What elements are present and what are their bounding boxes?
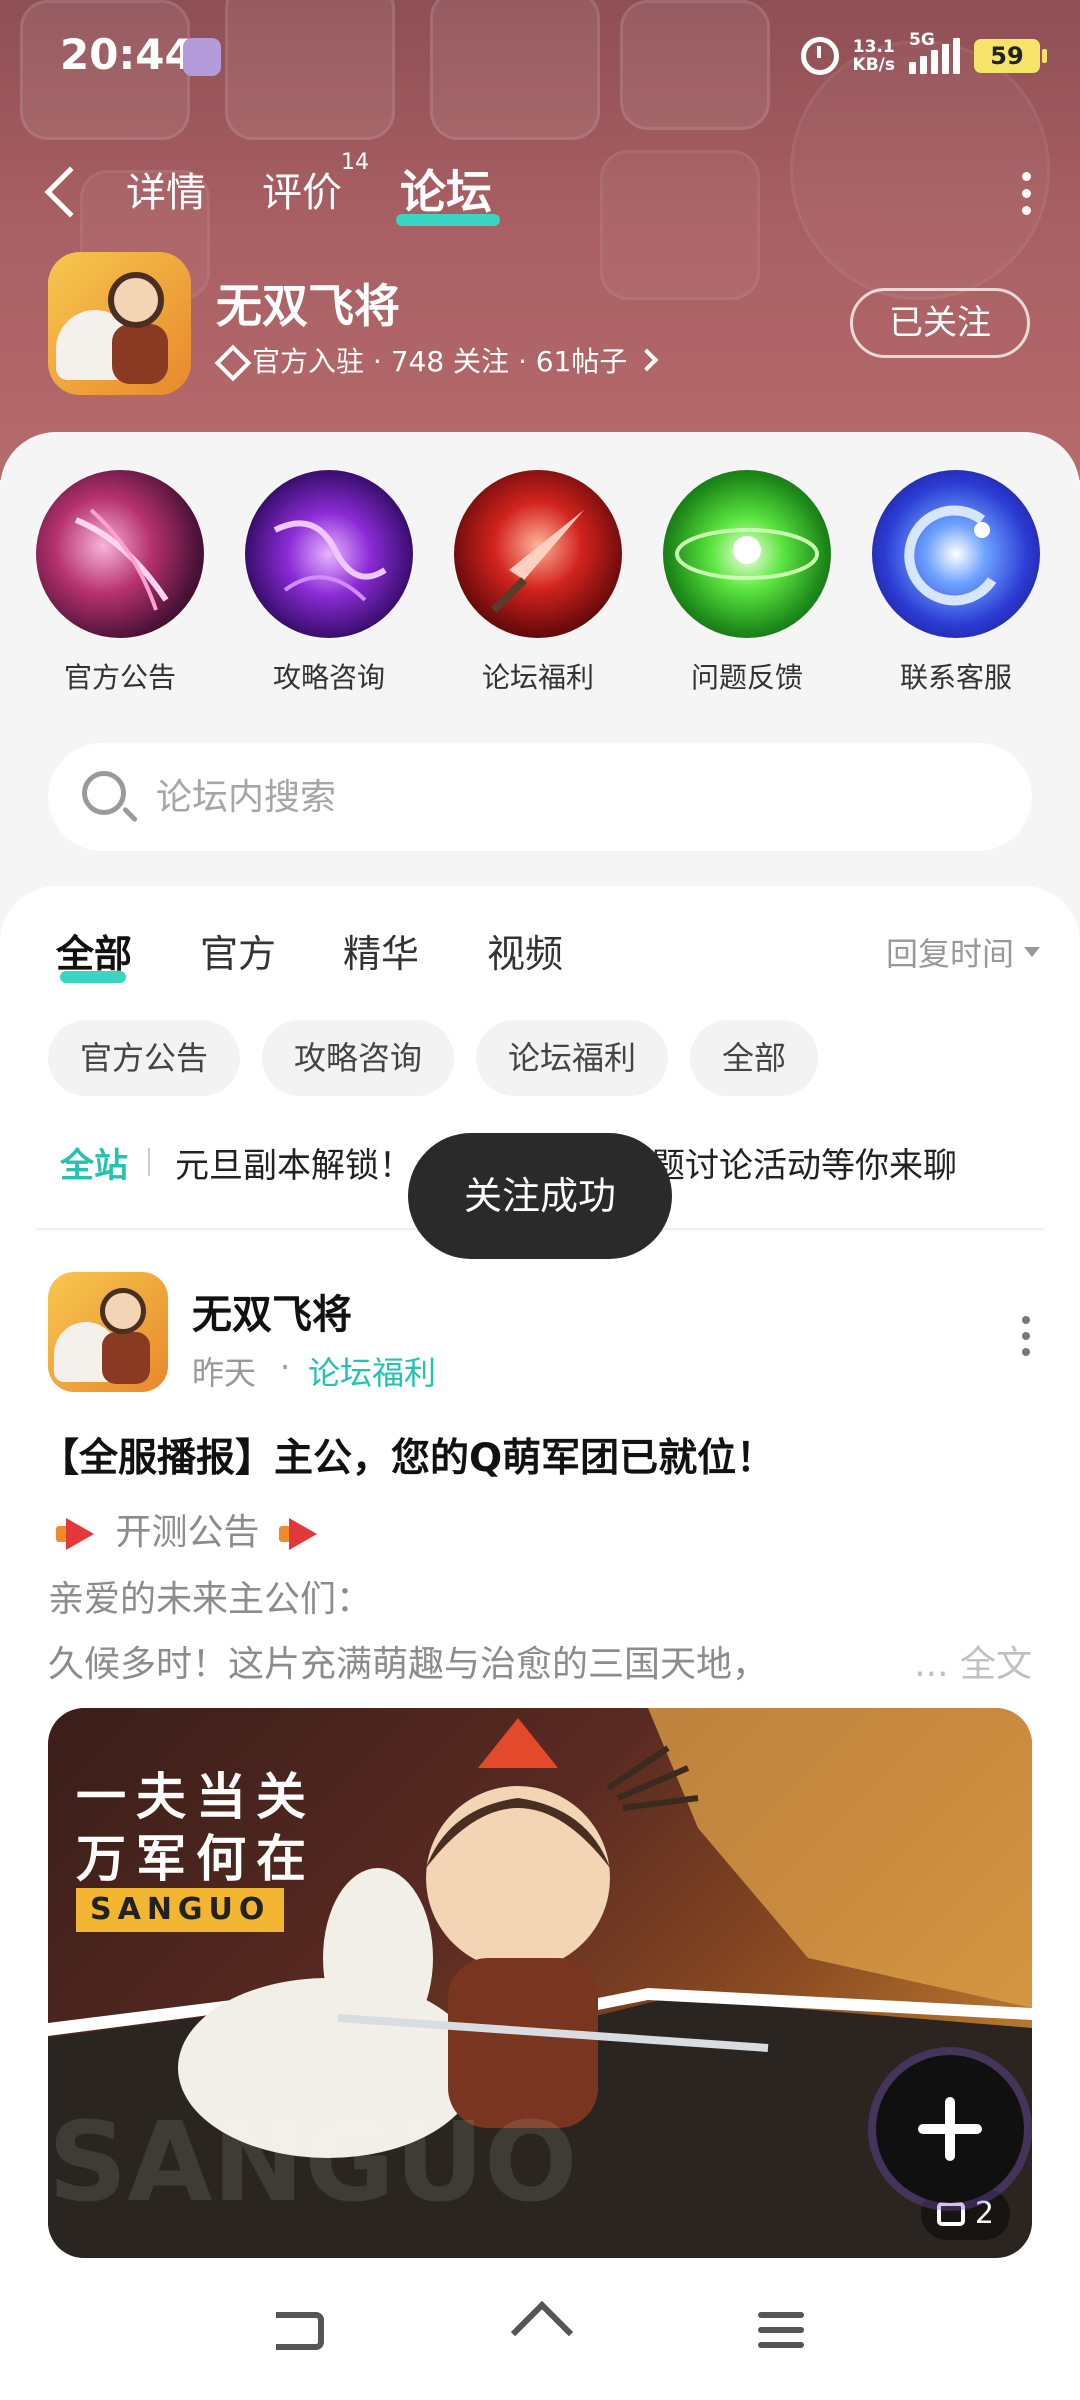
image-tag: SANGUO <box>76 1888 285 1932</box>
toast-message: 关注成功 <box>408 1133 672 1259</box>
megaphone-icon <box>277 1516 321 1552</box>
post-time: 昨天 <box>192 1354 257 1392</box>
net-speed-unit: KB/s <box>852 55 895 75</box>
search-icon <box>82 771 126 815</box>
more-options-icon[interactable] <box>1022 172 1032 216</box>
announcement-icon <box>36 470 204 638</box>
status-icons: 13.1 KB/s 5G 59 <box>800 30 1047 78</box>
official-badge-icon <box>216 346 244 374</box>
post-more-icon[interactable] <box>1022 1316 1032 1356</box>
quick-entry-feedback[interactable]: 问题反馈 <box>662 470 832 696</box>
megaphone-icon <box>54 1516 98 1552</box>
back-icon[interactable] <box>44 166 96 218</box>
network-type: 5G <box>909 30 935 50</box>
feedback-icon <box>663 470 831 638</box>
status-time: 20:44 <box>60 30 194 79</box>
chip-all[interactable]: 全部 <box>690 1020 819 1096</box>
gallery-icon <box>936 2202 965 2226</box>
battery-icon: 59 <box>974 39 1047 73</box>
sort-dropdown[interactable]: 回复时间 <box>886 929 1040 975</box>
quick-entries: 官方公告 攻略咨询 论坛福利 问题反馈 联系客服 <box>0 470 1080 700</box>
filter-tab-official[interactable]: 官方 <box>200 923 276 978</box>
reviews-count-badge: 14 <box>341 150 369 175</box>
read-more-link[interactable]: ... 全文 <box>874 1635 1032 1687</box>
quick-entry-customer-service[interactable]: 联系客服 <box>871 470 1041 696</box>
chip-strategy[interactable]: 攻略咨询 <box>262 1020 455 1096</box>
post-title[interactable]: 【全服播报】主公，您的Q萌军团已就位！ <box>40 1427 1050 1483</box>
game-meta-text: 官方入驻 · 748 关注 · 61帖子 <box>252 345 628 378</box>
ticker-text-left: 元旦副本解锁！ <box>175 1146 413 1186</box>
nav-back-icon[interactable] <box>276 2312 324 2350</box>
tab-reviews[interactable]: 评价 <box>262 160 342 218</box>
quick-entry-announcement[interactable]: 官方公告 <box>35 470 205 696</box>
quick-entry-label: 论坛福利 <box>481 661 594 694</box>
ticker-separator <box>148 1148 150 1176</box>
net-speed: 13.1 KB/s <box>853 38 895 74</box>
customer-service-icon <box>872 470 1040 638</box>
post-line-1: 开测公告 <box>48 1503 1048 1555</box>
post-author[interactable]: 无双飞将 <box>192 1282 352 1340</box>
post-image[interactable]: 一夫当关 万军何在 SANGUO SANGUO 2 <box>48 1708 1032 2258</box>
active-filter-indicator <box>60 971 126 983</box>
image-slogan: 一夫当关 万军何在 <box>76 1766 316 1890</box>
create-post-button[interactable] <box>876 2055 1024 2203</box>
game-info: 无双飞将 官方入驻 · 748 关注 · 61帖子 已关注 <box>0 250 1080 400</box>
notification-app-icon <box>183 38 221 76</box>
game-icon[interactable] <box>48 252 191 395</box>
net-speed-value: 13.1 <box>852 37 895 57</box>
post-category[interactable]: 论坛福利 <box>308 1348 436 1394</box>
chevron-right-icon <box>636 348 659 372</box>
sort-label: 回复时间 <box>885 935 1014 973</box>
image-slogan-line-1: 一夫当关 <box>76 1768 316 1826</box>
system-nav-bar <box>0 2282 1080 2400</box>
forum-search[interactable] <box>48 743 1032 851</box>
filter-tab-all[interactable]: 全部 <box>56 923 132 978</box>
benefit-icon <box>454 470 622 638</box>
tab-forum[interactable]: 论坛 <box>400 156 492 222</box>
quick-entry-label: 官方公告 <box>63 661 176 694</box>
category-chips: 官方公告 攻略咨询 论坛福利 全部 <box>48 1020 819 1096</box>
ticker-text-right: 题讨论活动等你来聊 <box>651 1146 957 1186</box>
nav-home-icon[interactable] <box>514 2308 566 2352</box>
nav-menu-icon[interactable] <box>758 2312 804 2350</box>
game-meta-link[interactable]: 官方入驻 · 748 关注 · 61帖子 <box>216 340 659 380</box>
avatar[interactable] <box>48 1272 168 1392</box>
chip-benefit[interactable]: 论坛福利 <box>476 1020 669 1096</box>
post-header: 无双飞将 昨天 · 论坛福利 <box>0 1270 1080 1400</box>
top-nav: 详情 评价 14 论坛 <box>0 150 1080 230</box>
quick-entry-label: 攻略咨询 <box>272 661 385 694</box>
quick-entry-benefit[interactable]: 论坛福利 <box>453 470 623 696</box>
filter-tabs: 全部 官方 精华 视频 回复时间 <box>0 915 1080 995</box>
meta-separator: · <box>280 1348 291 1386</box>
signal-icon: 5G <box>909 30 960 74</box>
status-bar: 20:44 13.1 KB/s 5G 59 <box>0 0 1080 110</box>
filter-tab-video[interactable]: 视频 <box>487 923 563 978</box>
post-line-2: 亲爱的未来主公们： <box>48 1579 373 1620</box>
post-line-1-text: 开测公告 <box>115 1512 260 1553</box>
game-name: 无双飞将 <box>216 279 400 333</box>
quick-entry-label: 联系客服 <box>899 661 1012 694</box>
image-slogan-line-2: 万军何在 <box>76 1830 316 1888</box>
follow-button[interactable]: 已关注 <box>850 288 1030 358</box>
filter-tab-featured[interactable]: 精华 <box>343 923 419 978</box>
image-watermark: SANGUO <box>48 2098 578 2226</box>
strategy-icon <box>245 470 413 638</box>
dropdown-arrow-icon <box>1024 947 1040 957</box>
tab-details[interactable]: 详情 <box>126 160 206 218</box>
chip-announcement[interactable]: 官方公告 <box>48 1020 241 1096</box>
search-input[interactable] <box>156 771 956 823</box>
ticker-tag: 全站 <box>60 1146 128 1186</box>
alarm-icon <box>800 37 839 75</box>
quick-entry-label: 问题反馈 <box>690 661 803 694</box>
quick-entry-strategy[interactable]: 攻略咨询 <box>244 470 414 696</box>
